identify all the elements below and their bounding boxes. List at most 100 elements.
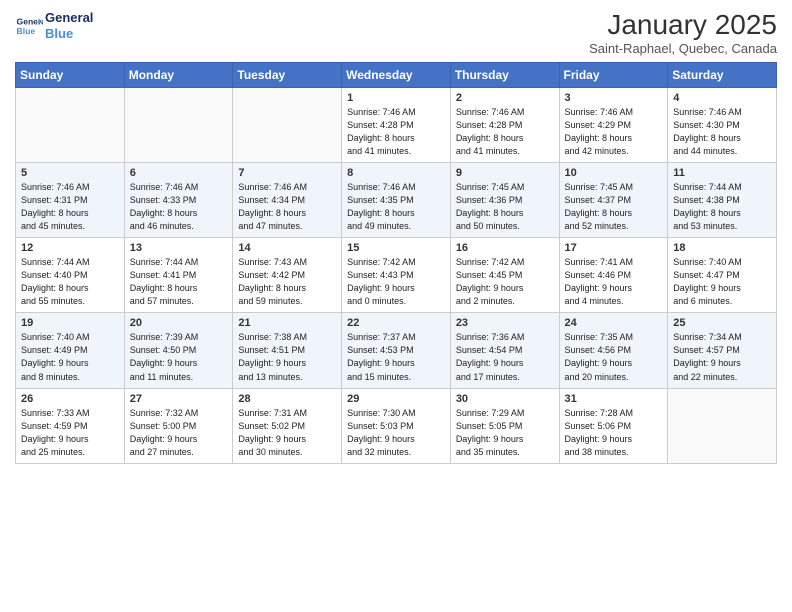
calendar-cell [233,87,342,162]
calendar-cell: 7 Sunrise: 7:46 AM Sunset: 4:34 PM Daylig… [233,162,342,237]
calendar-cell: 16Sunrise: 7:42 AM Sunset: 4:45 PM Dayli… [450,238,559,313]
day-info: Sunrise: 7:44 AM Sunset: 4:41 PM Dayligh… [130,256,228,308]
day-number: 13 [130,242,228,254]
calendar-cell: 31Sunrise: 7:28 AM Sunset: 5:06 PM Dayli… [559,388,668,463]
day-number: 8 [347,167,445,179]
header: General Blue General Blue January 2025 S… [15,10,777,56]
day-info: Sunrise: 7:46 AM Sunset: 4:35 PM Dayligh… [347,181,445,233]
svg-text:Blue: Blue [17,25,36,35]
calendar-table: SundayMondayTuesdayWednesdayThursdayFrid… [15,62,777,464]
day-number: 17 [565,242,663,254]
day-number: 5 [21,167,119,179]
weekday-header-friday: Friday [559,62,668,87]
day-info: Sunrise: 7:46 AM Sunset: 4:28 PM Dayligh… [456,106,554,158]
day-number: 26 [21,393,119,405]
day-number: 14 [238,242,336,254]
day-number: 21 [238,317,336,329]
calendar-cell: 22Sunrise: 7:37 AM Sunset: 4:53 PM Dayli… [342,313,451,388]
calendar-week-3: 12 Sunrise: 7:44 AM Sunset: 4:40 PM Dayli… [16,238,777,313]
day-number: 20 [130,317,228,329]
calendar-cell: 20Sunrise: 7:39 AM Sunset: 4:50 PM Dayli… [124,313,233,388]
day-number: 12 [21,242,119,254]
day-number: 15 [347,242,445,254]
day-info: Sunrise: 7:33 AM Sunset: 4:59 PM Dayligh… [21,407,119,459]
day-info: Sunrise: 7:44 AM Sunset: 4:38 PM Dayligh… [673,181,771,233]
day-number: 24 [565,317,663,329]
day-info: Sunrise: 7:31 AM Sunset: 5:02 PM Dayligh… [238,407,336,459]
calendar-week-1: 1 Sunrise: 7:46 AM Sunset: 4:28 PM Daylig… [16,87,777,162]
day-number: 25 [673,317,771,329]
calendar-week-5: 26 Sunrise: 7:33 AM Sunset: 4:59 PM Dayli… [16,388,777,463]
weekday-header-tuesday: Tuesday [233,62,342,87]
logo-icon: General Blue [15,12,43,40]
day-number: 2 [456,92,554,104]
weekday-header-saturday: Saturday [668,62,777,87]
calendar-cell: 26 Sunrise: 7:33 AM Sunset: 4:59 PM Dayli… [16,388,125,463]
calendar-cell: 19 Sunrise: 7:40 AM Sunset: 4:49 PM Dayli… [16,313,125,388]
day-number: 9 [456,167,554,179]
day-info: Sunrise: 7:46 AM Sunset: 4:28 PM Dayligh… [347,106,445,158]
calendar-cell: 25 Sunrise: 7:34 AM Sunset: 4:57 PM Dayli… [668,313,777,388]
day-number: 1 [347,92,445,104]
day-info: Sunrise: 7:40 AM Sunset: 4:49 PM Dayligh… [21,331,119,383]
calendar-cell: 14 Sunrise: 7:43 AM Sunset: 4:42 PM Dayli… [233,238,342,313]
day-info: Sunrise: 7:44 AM Sunset: 4:40 PM Dayligh… [21,256,119,308]
weekday-header-sunday: Sunday [16,62,125,87]
main-title: January 2025 [589,10,777,41]
calendar-cell: 9 Sunrise: 7:45 AM Sunset: 4:36 PM Daylig… [450,162,559,237]
day-info: Sunrise: 7:42 AM Sunset: 4:45 PM Dayligh… [456,256,554,308]
day-info: Sunrise: 7:43 AM Sunset: 4:42 PM Dayligh… [238,256,336,308]
calendar-cell: 11Sunrise: 7:44 AM Sunset: 4:38 PM Dayli… [668,162,777,237]
day-number: 27 [130,393,228,405]
day-number: 7 [238,167,336,179]
weekday-header-wednesday: Wednesday [342,62,451,87]
day-info: Sunrise: 7:46 AM Sunset: 4:30 PM Dayligh… [673,106,771,158]
day-info: Sunrise: 7:40 AM Sunset: 4:47 PM Dayligh… [673,256,771,308]
day-info: Sunrise: 7:32 AM Sunset: 5:00 PM Dayligh… [130,407,228,459]
day-info: Sunrise: 7:41 AM Sunset: 4:46 PM Dayligh… [565,256,663,308]
day-number: 3 [565,92,663,104]
calendar-cell: 13 Sunrise: 7:44 AM Sunset: 4:41 PM Dayli… [124,238,233,313]
weekday-header-monday: Monday [124,62,233,87]
logo-blue: Blue [45,26,93,42]
logo-general: General [45,10,93,26]
day-info: Sunrise: 7:46 AM Sunset: 4:34 PM Dayligh… [238,181,336,233]
calendar-cell: 18 Sunrise: 7:40 AM Sunset: 4:47 PM Dayli… [668,238,777,313]
calendar-cell: 1 Sunrise: 7:46 AM Sunset: 4:28 PM Daylig… [342,87,451,162]
calendar-cell: 12 Sunrise: 7:44 AM Sunset: 4:40 PM Dayli… [16,238,125,313]
day-info: Sunrise: 7:38 AM Sunset: 4:51 PM Dayligh… [238,331,336,383]
day-number: 6 [130,167,228,179]
subtitle: Saint-Raphael, Quebec, Canada [589,41,777,56]
day-number: 31 [565,393,663,405]
calendar-cell: 29 Sunrise: 7:30 AM Sunset: 5:03 PM Dayli… [342,388,451,463]
day-info: Sunrise: 7:46 AM Sunset: 4:29 PM Dayligh… [565,106,663,158]
logo: General Blue General Blue [15,10,93,41]
day-info: Sunrise: 7:29 AM Sunset: 5:05 PM Dayligh… [456,407,554,459]
day-info: Sunrise: 7:30 AM Sunset: 5:03 PM Dayligh… [347,407,445,459]
day-number: 30 [456,393,554,405]
calendar-cell [668,388,777,463]
day-number: 29 [347,393,445,405]
day-info: Sunrise: 7:46 AM Sunset: 4:31 PM Dayligh… [21,181,119,233]
calendar-week-2: 5 Sunrise: 7:46 AM Sunset: 4:31 PM Daylig… [16,162,777,237]
calendar-header-row: SundayMondayTuesdayWednesdayThursdayFrid… [16,62,777,87]
calendar-cell: 17 Sunrise: 7:41 AM Sunset: 4:46 PM Dayli… [559,238,668,313]
day-number: 19 [21,317,119,329]
calendar-cell: 28 Sunrise: 7:31 AM Sunset: 5:02 PM Dayli… [233,388,342,463]
day-info: Sunrise: 7:37 AM Sunset: 4:53 PM Dayligh… [347,331,445,383]
calendar-cell: 6 Sunrise: 7:46 AM Sunset: 4:33 PM Daylig… [124,162,233,237]
calendar-cell: 23Sunrise: 7:36 AM Sunset: 4:54 PM Dayli… [450,313,559,388]
day-info: Sunrise: 7:45 AM Sunset: 4:37 PM Dayligh… [565,181,663,233]
calendar-week-4: 19 Sunrise: 7:40 AM Sunset: 4:49 PM Dayli… [16,313,777,388]
day-info: Sunrise: 7:36 AM Sunset: 4:54 PM Dayligh… [456,331,554,383]
day-info: Sunrise: 7:34 AM Sunset: 4:57 PM Dayligh… [673,331,771,383]
day-number: 18 [673,242,771,254]
calendar-cell: 27 Sunrise: 7:32 AM Sunset: 5:00 PM Dayli… [124,388,233,463]
calendar-cell: 4Sunrise: 7:46 AM Sunset: 4:30 PM Daylig… [668,87,777,162]
day-number: 28 [238,393,336,405]
day-info: Sunrise: 7:46 AM Sunset: 4:33 PM Dayligh… [130,181,228,233]
calendar-cell: 30 Sunrise: 7:29 AM Sunset: 5:05 PM Dayli… [450,388,559,463]
day-info: Sunrise: 7:45 AM Sunset: 4:36 PM Dayligh… [456,181,554,233]
calendar-cell: 3 Sunrise: 7:46 AM Sunset: 4:29 PM Daylig… [559,87,668,162]
calendar-cell: 10Sunrise: 7:45 AM Sunset: 4:37 PM Dayli… [559,162,668,237]
